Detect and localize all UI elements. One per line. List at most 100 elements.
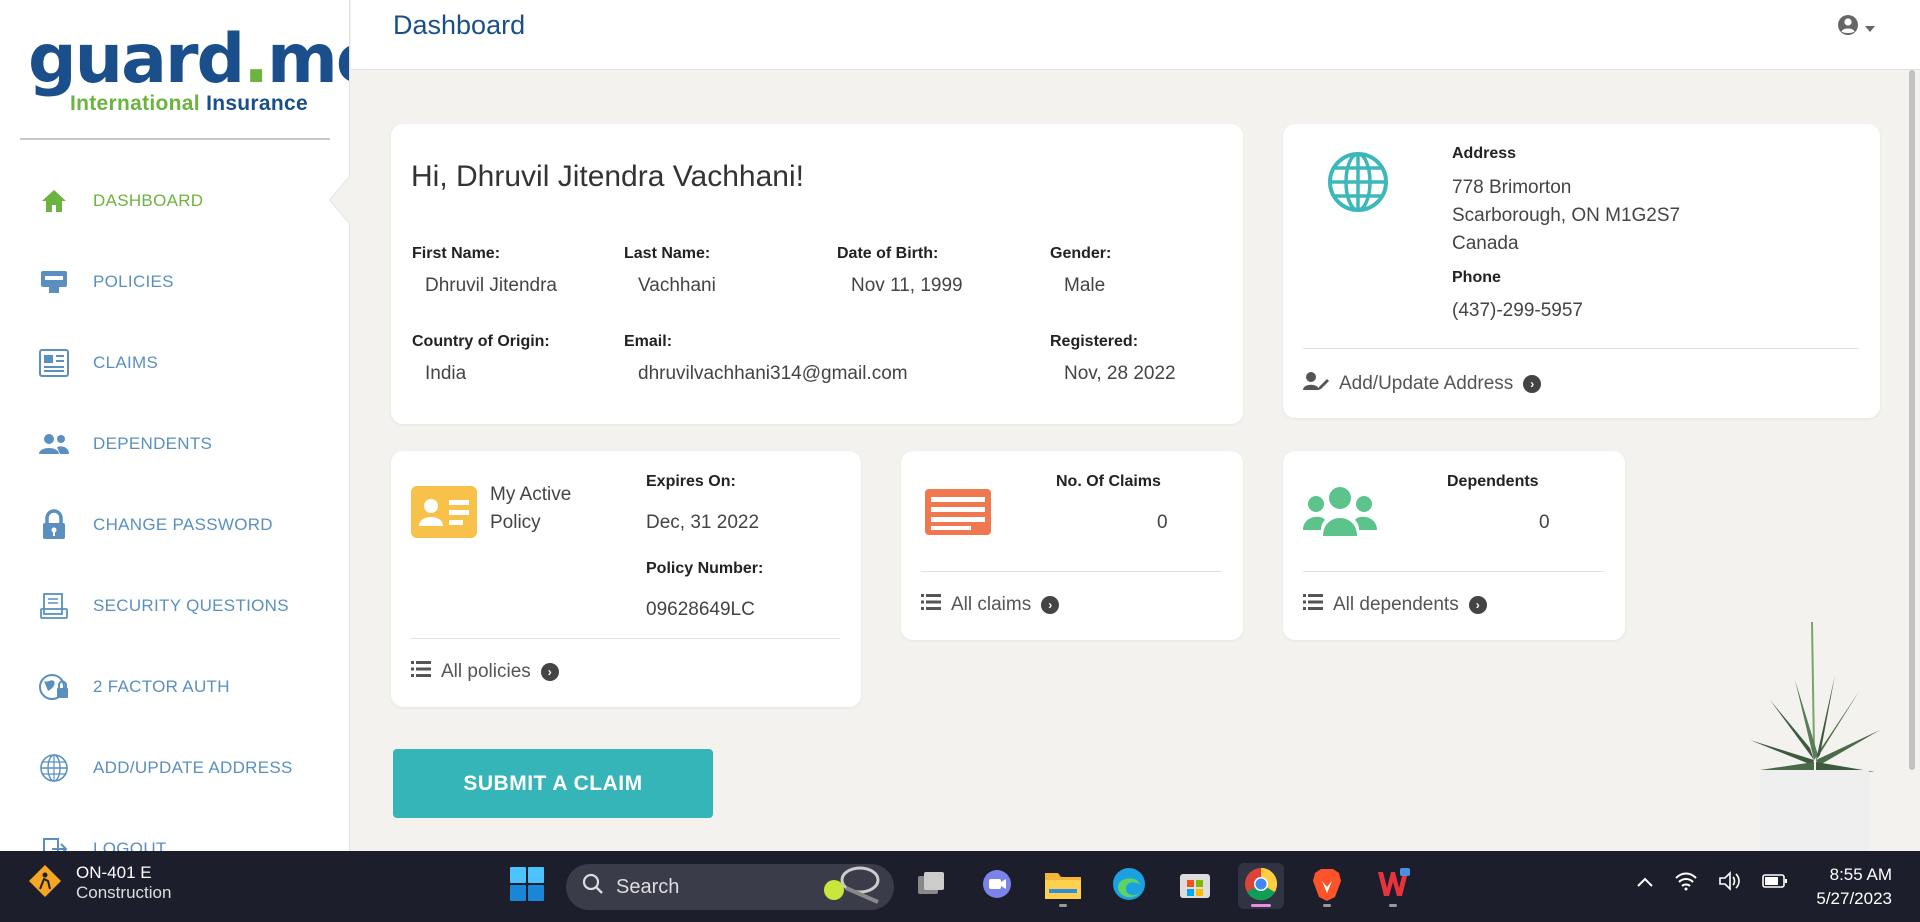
divider [921,571,1222,572]
people-icon [1303,486,1377,541]
list-icon [1303,594,1323,616]
expires-value: Dec, 31 2022 [646,512,760,533]
sidebar-item-2-factor-auth[interactable]: 2 FACTOR AUTH [0,657,349,717]
clock-time: 8:55 AM [1829,865,1892,884]
address-line2: Scarborough, ON M1G2S7 [1452,205,1681,226]
greeting: Hi, Dhruvil Jitendra Vachhani! [411,160,804,193]
running-indicator [1389,904,1397,907]
teams-chat-app[interactable] [974,863,1020,909]
arrow-right-icon: › [1468,596,1487,614]
logo-divider [20,138,330,140]
last-name-value: Vachhani [638,275,716,296]
sidebar-item-label: LOGOUT [93,839,167,851]
page-scrollbar[interactable] [1908,70,1916,770]
list-icon [921,594,941,616]
registered-label: Registered: [1050,333,1139,350]
sidebar-item-label: POLICIES [93,272,174,291]
logo-brand-guard: guard [28,20,245,99]
email-value: dhruvilvachhani314@gmail.com [638,363,908,384]
divider [1303,348,1859,349]
sidebar-item-security-questions[interactable]: SECURITY QUESTIONS [0,576,349,636]
microsoft-store-app[interactable] [1172,863,1218,909]
plant-decoration-image [1740,620,1890,852]
sidebar-item-label: DASHBOARD [93,191,204,210]
wifi-icon[interactable] [1674,871,1698,896]
expires-label: Expires On: [646,473,736,490]
taskbar-clock[interactable]: 8:55 AM 5/27/2023 [1816,863,1892,911]
scrollbar-thumb[interactable] [1909,70,1915,770]
sidebar-item-add-update-address[interactable]: ADD/UPDATE ADDRESS [0,738,349,798]
chevron-up-icon[interactable] [1636,875,1654,893]
windows-logo-icon [510,866,544,906]
add-update-address-link[interactable]: Add/Update Address › [1303,371,1542,397]
lock-icon [38,509,70,541]
battery-icon[interactable] [1762,873,1788,894]
all-claims-label: All claims [951,594,1032,615]
sidebar-item-label: 2 FACTOR AUTH [93,677,230,696]
add-update-address-label: Add/Update Address [1339,373,1514,394]
folder-icon [1045,869,1081,904]
arrow-right-icon: › [1041,596,1060,614]
sidebar-item-logout[interactable]: LOGOUT [0,819,349,851]
volume-icon[interactable] [1718,871,1742,896]
chat-icon [981,869,1013,904]
store-icon [1178,868,1212,905]
taskbar-search[interactable]: Search [566,864,894,910]
id-card-icon [411,486,477,543]
running-indicator [1059,904,1067,907]
start-button[interactable] [504,863,550,909]
guardme-logo[interactable]: guard.me® International Insurance [28,26,349,116]
first-name-label: First Name: [412,245,501,262]
submit-claim-button[interactable]: SUBMIT A CLAIM [393,749,713,818]
search-placeholder: Search [616,875,680,898]
system-tray [1636,871,1788,896]
sidebar-item-dependents[interactable]: DEPENDENTS [0,414,349,474]
profile-card: Hi, Dhruvil Jitendra Vachhani! First Nam… [391,124,1243,424]
sidebar-item-dashboard[interactable]: DASHBOARD [0,171,349,231]
caret-down-icon [1865,19,1875,37]
divider [1303,571,1604,572]
search-icon [582,873,604,901]
sidebar-item-policies[interactable]: POLICIES [0,252,349,312]
sidebar-item-label: DEPENDENTS [93,434,213,453]
logo-tag-insurance: Insurance [206,92,308,115]
people-icon [38,428,70,460]
all-policies-link[interactable]: All policies › [411,661,559,683]
all-claims-link[interactable]: All claims › [921,594,1060,616]
user-circle-icon [1837,14,1859,41]
sidebar-item-label: ADD/UPDATE ADDRESS [93,758,293,777]
email-label: Email: [624,333,673,350]
last-name-label: Last Name: [624,245,711,262]
wps-office-app[interactable] [1370,863,1416,909]
policies-icon [38,266,70,298]
chrome-browser-app[interactable] [1238,863,1284,909]
policy-card: My Active Policy Expires On: Dec, 31 202… [391,451,861,707]
phone-value: (437)-299-5957 [1452,300,1583,321]
sidebar-item-label: CHANGE PASSWORD [93,515,273,534]
policy-number-label: Policy Number: [646,560,764,577]
brave-browser-app[interactable] [1304,863,1350,909]
sidebar: guard.me® International Insurance DASHBO… [0,0,350,851]
gender-value: Male [1064,275,1106,296]
all-dependents-link[interactable]: All dependents › [1303,594,1487,616]
policy-title-line2: Policy [490,512,541,533]
address-line1: 778 Brimorton [1452,177,1572,198]
globe-icon [1327,151,1389,218]
address-line3: Canada [1452,233,1519,254]
sidebar-item-change-password[interactable]: CHANGE PASSWORD [0,495,349,555]
claims-card: No. Of Claims 0 All claims › [901,451,1243,640]
logo-brand-me: me [267,20,349,99]
dependents-count-value: 0 [1539,512,1550,533]
active-indicator [330,176,350,224]
user-menu[interactable] [1837,14,1875,41]
sidebar-item-claims[interactable]: CLAIMS [0,333,349,393]
edge-browser-app[interactable] [1106,863,1152,909]
brave-lion-icon [1311,867,1343,906]
file-explorer-app[interactable] [1040,863,1086,909]
logo-tag-international: International [70,92,200,115]
dependents-card: Dependents 0 All dependents › [1283,451,1625,640]
dob-value: Nov 11, 1999 [851,275,963,296]
task-view-button[interactable] [908,863,954,909]
taskbar-traffic-widget[interactable]: ON-401 E Construction [28,863,171,903]
construction-icon [28,864,62,903]
